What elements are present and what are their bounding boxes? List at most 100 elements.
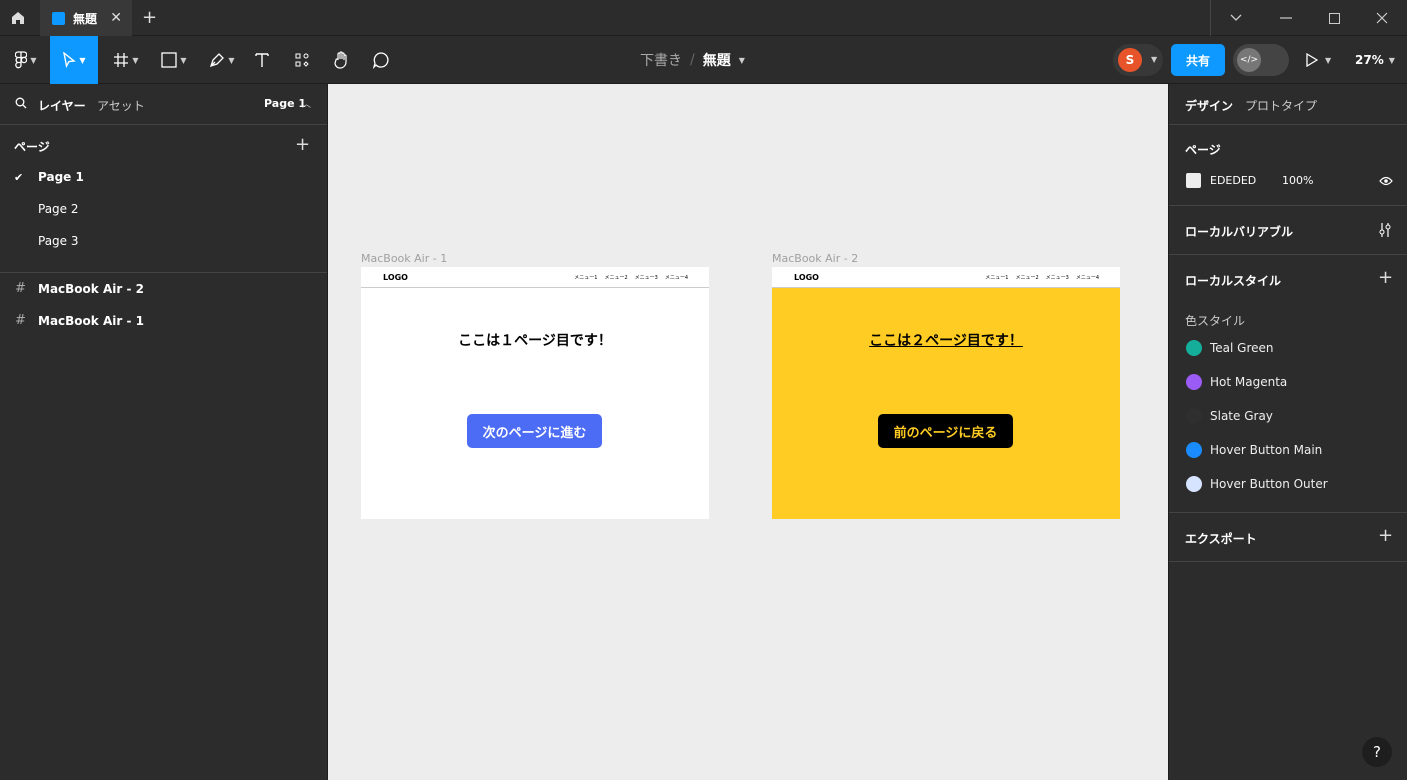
frame-heading: ここは２ページ目です！ (869, 333, 1023, 349)
chevron-down-icon: ▼ (180, 55, 187, 65)
minimize-icon (1280, 17, 1292, 19)
toolbar: ▼ ▼ ▼ ▼ ▼ 下書き / 無題 ▼ S ▼ 共有 </> ▼ 27% ▼ (0, 36, 1407, 84)
color-swatch[interactable] (1186, 442, 1202, 458)
color-style-name[interactable]: Hot Magenta (1210, 375, 1287, 389)
previous-page-button[interactable]: 前のページに戻る (878, 414, 1013, 448)
frame-label[interactable]: MacBook Air - 1 (361, 252, 447, 265)
local-styles-label: ローカルスタイル (1185, 274, 1282, 288)
new-tab-button[interactable]: + (142, 7, 157, 28)
cursor-icon (63, 52, 77, 68)
frame-navbar: LOGO メニュー1 メニュー2 メニュー3 メニュー4 (772, 267, 1120, 288)
main-menu-button[interactable]: ▼ (8, 36, 44, 84)
dropdown-button[interactable] (1211, 0, 1261, 36)
maximize-button[interactable] (1309, 0, 1359, 36)
page-item[interactable]: Page 1 (38, 170, 84, 184)
chevron-down-icon: ▼ (1388, 55, 1395, 65)
layer-item[interactable]: MacBook Air - 1 (38, 314, 144, 328)
frame-label[interactable]: MacBook Air - 2 (772, 252, 858, 265)
tab-prototype[interactable]: プロトタイプ (1245, 97, 1317, 114)
chevron-down-icon[interactable]: ▼ (1151, 55, 1157, 64)
chevron-down-icon (1230, 14, 1242, 21)
menu-list: メニュー1 メニュー2 メニュー3 メニュー4 (574, 274, 688, 281)
color-style-name[interactable]: Teal Green (1210, 341, 1274, 355)
resources-tool[interactable] (288, 36, 316, 84)
home-icon (12, 12, 24, 24)
home-button[interactable] (0, 0, 36, 36)
right-panel-tabs: デザイン プロトタイプ (1169, 84, 1407, 125)
tab-design[interactable]: デザイン (1185, 97, 1233, 114)
pen-tool[interactable]: ▼ (202, 36, 242, 84)
left-panel: レイヤー アセット Page 1 ︿ ページ + ✔ Page 1 Page 2… (0, 84, 328, 780)
maximize-icon (1328, 12, 1340, 24)
color-swatch[interactable] (1186, 476, 1202, 492)
page-selector[interactable]: Page 1 (264, 97, 306, 110)
frame-navbar: LOGO メニュー1 メニュー2 メニュー3 メニュー4 (361, 267, 709, 288)
frame-macbook-air-2[interactable]: LOGO メニュー1 メニュー2 メニュー3 メニュー4 ここは２ページ目です！… (772, 267, 1120, 519)
play-icon (1306, 53, 1318, 67)
chevron-up-icon[interactable]: ︿ (302, 97, 311, 110)
text-tool[interactable] (248, 36, 276, 84)
file-name[interactable]: 無題 (703, 50, 731, 70)
menu-item: メニュー1 (574, 275, 598, 281)
export-label: エクスポート (1185, 532, 1257, 546)
eye-icon[interactable] (1379, 176, 1393, 186)
page-color-swatch[interactable] (1186, 173, 1201, 188)
chevron-down-icon[interactable]: ▼ (739, 56, 745, 65)
move-tool[interactable]: ▼ (50, 36, 98, 84)
hand-tool[interactable] (328, 36, 356, 84)
color-style-name[interactable]: Hover Button Outer (1210, 477, 1328, 491)
page-item[interactable]: Page 3 (38, 234, 79, 248)
close-tab-icon[interactable]: ✕ (110, 10, 122, 26)
chevron-down-icon: ▼ (1325, 55, 1332, 65)
present-button[interactable]: ▼ (1306, 36, 1331, 84)
dev-mode-toggle[interactable]: </> (1233, 44, 1289, 76)
frame-tool[interactable]: ▼ (106, 36, 146, 84)
color-styles-heading: 色スタイル (1185, 314, 1246, 328)
search-icon[interactable] (15, 97, 27, 109)
close-window-button[interactable] (1357, 0, 1407, 36)
rectangle-icon (161, 52, 178, 68)
pages-heading: ページ (14, 140, 50, 154)
share-button[interactable]: 共有 (1171, 44, 1225, 76)
avatar[interactable]: S (1118, 48, 1142, 72)
layer-item[interactable]: MacBook Air - 2 (38, 282, 144, 296)
page-heading: ページ (1185, 143, 1221, 157)
frame-icon (114, 53, 129, 67)
color-swatch[interactable] (1186, 374, 1202, 390)
color-style-name[interactable]: Slate Gray (1210, 409, 1273, 423)
add-style-icon[interactable]: + (1378, 269, 1393, 287)
color-style-name[interactable]: Hover Button Main (1210, 443, 1322, 457)
add-export-icon[interactable]: + (1378, 527, 1393, 545)
shape-tool[interactable]: ▼ (154, 36, 194, 84)
menu-item: メニュー3 (634, 275, 658, 281)
comment-tool[interactable] (367, 36, 395, 84)
color-swatch[interactable] (1186, 408, 1202, 424)
zoom-menu[interactable]: 27% ▼ (1355, 36, 1395, 84)
add-page-icon[interactable]: + (295, 136, 310, 154)
help-button[interactable]: ? (1362, 737, 1392, 767)
canvas[interactable]: MacBook Air - 1 LOGO メニュー1 メニュー2 メニュー3 メ… (328, 84, 1168, 780)
variables-icon[interactable] (1378, 222, 1392, 238)
tab-layers[interactable]: レイヤー (38, 97, 86, 114)
page-item[interactable]: Page 2 (38, 202, 79, 216)
tab-label: 無題 (73, 11, 98, 26)
file-tab[interactable]: 無題 ✕ (40, 0, 132, 36)
page-color-opacity[interactable]: 100% (1282, 174, 1313, 187)
local-variables-label[interactable]: ローカルバリアブル (1185, 223, 1293, 240)
menu-item: メニュー1 (985, 275, 1009, 281)
logo-text: LOGO (383, 273, 408, 282)
hand-icon (334, 51, 347, 69)
breadcrumb-drafts[interactable]: 下書き (640, 50, 682, 70)
chevron-down-icon: ▼ (228, 55, 235, 65)
color-swatch[interactable] (1186, 340, 1202, 356)
frame-macbook-air-1[interactable]: LOGO メニュー1 メニュー2 メニュー3 メニュー4 ここは１ページ目です！… (361, 267, 709, 519)
minimize-button[interactable] (1261, 0, 1311, 36)
tab-assets[interactable]: アセット (97, 97, 145, 114)
right-panel: デザイン プロトタイプ ページ EDEDED 100% ローカルバリアブル ロー… (1168, 84, 1407, 780)
page-color-hex[interactable]: EDEDED (1210, 174, 1256, 187)
breadcrumb-separator: / (690, 52, 695, 68)
comment-icon (372, 52, 389, 69)
frame-heading: ここは１ページ目です！ (458, 333, 612, 349)
next-page-button[interactable]: 次のページに進む (467, 414, 602, 448)
file-icon (52, 11, 65, 25)
